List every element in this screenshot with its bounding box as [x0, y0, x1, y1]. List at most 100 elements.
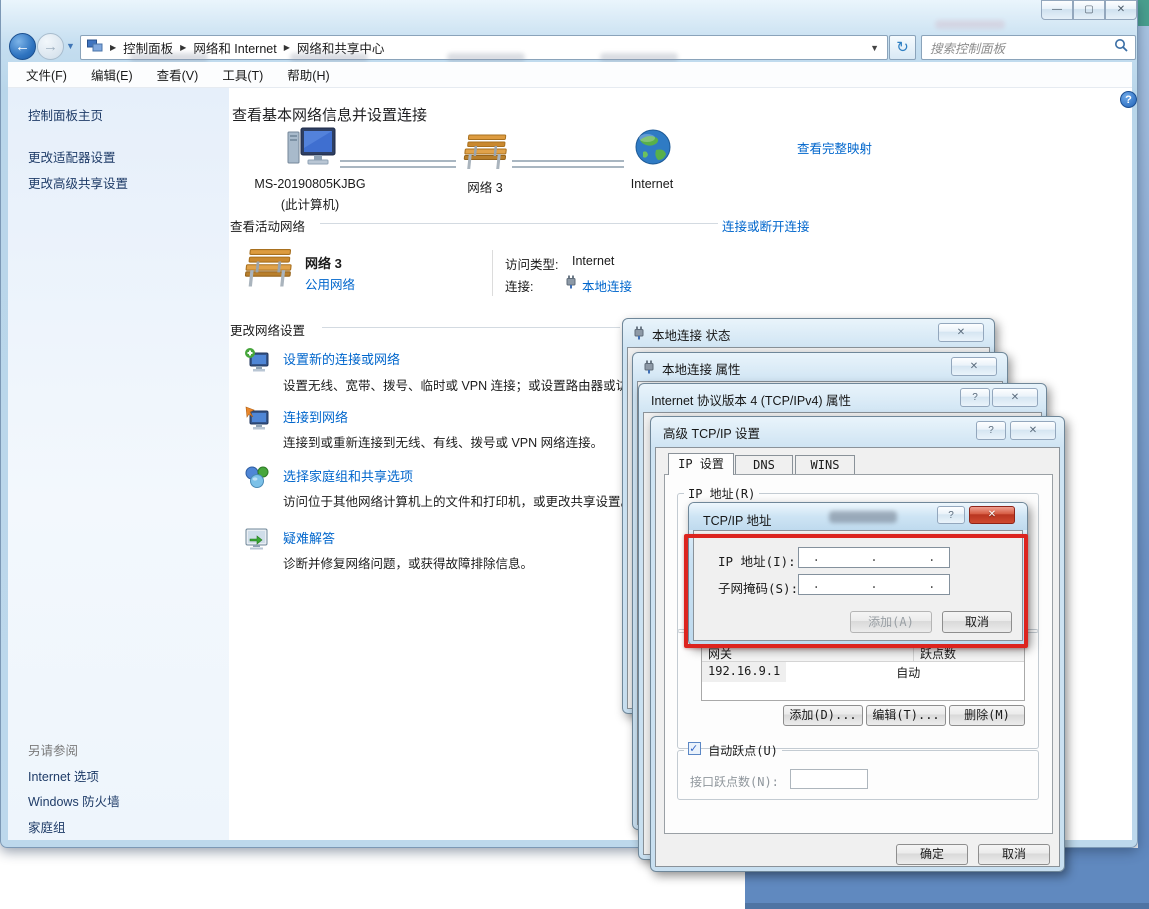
help-icon[interactable]: ?: [976, 421, 1006, 440]
sidebar-item-control-panel-home[interactable]: 控制面板主页: [28, 105, 103, 124]
forward-button[interactable]: →: [37, 33, 64, 60]
back-button[interactable]: ←: [9, 33, 36, 60]
interface-metric-input[interactable]: [790, 769, 868, 789]
plug-icon: [643, 360, 655, 377]
breadcrumb-arrow-icon: ▶: [173, 43, 193, 52]
close-icon[interactable]: ✕: [1010, 421, 1056, 440]
address-dropdown-icon[interactable]: ▼: [870, 43, 887, 53]
gateway-delete-button[interactable]: 删除(M): [949, 705, 1025, 726]
close-icon[interactable]: ✕: [992, 388, 1038, 407]
sidebar-item-internet-options[interactable]: Internet 选项: [28, 766, 99, 785]
internet-globe-icon[interactable]: [634, 128, 672, 171]
computer-icon[interactable]: [286, 126, 338, 177]
plug-icon: [565, 275, 577, 294]
help-icon[interactable]: ?: [937, 506, 965, 524]
gateway-row[interactable]: 192.16.9.1 自动: [702, 662, 1024, 682]
tab-dns[interactable]: DNS: [735, 455, 793, 475]
gateway-table[interactable]: 网关 跃点数 192.16.9.1 自动: [701, 643, 1025, 701]
sidebar-item-change-advanced-sharing[interactable]: 更改高级共享设置: [28, 173, 128, 192]
access-type-value: Internet: [572, 254, 614, 268]
refresh-button[interactable]: ↻: [889, 35, 916, 60]
connect-to-network-icon[interactable]: [244, 405, 272, 436]
menu-file[interactable]: 文件(F): [26, 65, 67, 84]
task-connect-to-network[interactable]: 连接到网络: [283, 407, 348, 426]
help-icon[interactable]: ?: [1120, 91, 1137, 108]
sidebar-item-windows-firewall[interactable]: Windows 防火墙: [28, 791, 120, 810]
task-homegroup-options[interactable]: 选择家庭组和共享选项: [283, 466, 413, 485]
breadcrumb-arrow-icon: ▶: [103, 43, 123, 52]
address-location-icon: [87, 39, 103, 56]
caption-buttons: — ▢ ✕: [1041, 0, 1137, 20]
task-troubleshoot[interactable]: 疑难解答: [283, 528, 335, 547]
map-internet-label: Internet: [612, 177, 692, 191]
task-homegroup-options-desc: 访问位于其他网络计算机上的文件和打印机，或更改共享设置。: [283, 491, 623, 510]
blur-watermark: [600, 53, 678, 62]
search-placeholder: 搜索控制面板: [922, 38, 1005, 57]
connections-label: 连接:: [505, 276, 533, 295]
gateway-value: 192.16.9.1: [702, 662, 786, 682]
search-box[interactable]: 搜索控制面板: [921, 35, 1136, 60]
menu-help[interactable]: 帮助(H): [287, 65, 329, 84]
menu-tools[interactable]: 工具(T): [222, 65, 263, 84]
task-setup-new-connection-desc: 设置无线、宽带、拨号、临时或 VPN 连接；或设置路由器或访问: [283, 375, 623, 394]
red-highlight-box: [684, 534, 1028, 648]
task-connect-to-network-desc: 连接到或重新连接到无线、有线、拨号或 VPN 网络连接。: [283, 432, 623, 451]
ok-button[interactable]: 确定: [896, 844, 968, 865]
desktop-teal-strip: [1138, 0, 1149, 26]
dialog-title-text: 高级 TCP/IP 设置: [663, 423, 760, 442]
blur-watermark: [935, 20, 1005, 29]
dialog-title-text: 本地连接 属性: [662, 359, 740, 378]
dialog-title-text: Internet 协议版本 4 (TCP/IPv4) 属性: [651, 390, 851, 409]
active-networks-header: 查看活动网络: [230, 216, 305, 235]
search-icon[interactable]: [1114, 38, 1135, 57]
auto-metric-checkbox[interactable]: [688, 742, 701, 755]
new-connection-icon[interactable]: [244, 347, 272, 378]
gateway-add-button[interactable]: 添加(D)...: [783, 705, 863, 726]
minimize-button[interactable]: —: [1041, 0, 1073, 20]
dialog-title: 本地连接 状态: [633, 325, 730, 344]
local-connection-link[interactable]: 本地连接: [582, 276, 632, 295]
tab-wins[interactable]: WINS: [795, 455, 855, 475]
map-computer-name: MS-20190805KJBG: [250, 177, 370, 191]
task-setup-new-connection[interactable]: 设置新的连接或网络: [283, 349, 400, 368]
menu-bar: 文件(F) 编辑(E) 查看(V) 工具(T) 帮助(H): [8, 62, 1132, 88]
cancel-button[interactable]: 取消: [978, 844, 1050, 865]
blur-watermark: [290, 53, 368, 62]
screen: — ▢ ✕ ← → ▼ ▶ 控制面板 ▶ 网络和 Internet ▶ 网络和共…: [0, 0, 1149, 909]
menu-view[interactable]: 查看(V): [157, 65, 199, 84]
auto-metric-label: 自动跃点(U): [708, 744, 778, 758]
close-button[interactable]: ✕: [1105, 0, 1137, 20]
access-type-label: 访问类型:: [505, 254, 558, 273]
maximize-button[interactable]: ▢: [1073, 0, 1105, 20]
active-network-bench-icon[interactable]: [243, 246, 293, 295]
connect-disconnect-link[interactable]: 连接或断开连接: [722, 216, 810, 235]
sidebar-item-homegroup[interactable]: 家庭组: [28, 817, 66, 836]
tab-ip-settings[interactable]: IP 设置: [668, 453, 734, 475]
blur-watermark: [130, 53, 208, 62]
troubleshoot-icon[interactable]: [244, 527, 270, 556]
sidebar-item-change-adapter-settings[interactable]: 更改适配器设置: [28, 147, 116, 166]
network-bench-icon[interactable]: [462, 132, 508, 177]
view-full-map-link[interactable]: 查看完整映射: [797, 138, 872, 157]
close-icon[interactable]: ✕: [938, 323, 984, 342]
sidebar: [8, 88, 229, 840]
blur-watermark: [829, 511, 897, 523]
close-icon[interactable]: ✕: [951, 357, 997, 376]
plug-icon: [633, 326, 645, 343]
close-icon[interactable]: ✕: [969, 506, 1015, 524]
auto-metric-group: 自动跃点(U) 接口跃点数(N):: [677, 742, 1039, 800]
desktop-right-strip: [1138, 26, 1149, 909]
gateway-edit-button[interactable]: 编辑(T)...: [866, 705, 946, 726]
active-network-name: 网络 3: [305, 253, 342, 272]
homegroup-icon[interactable]: [244, 464, 272, 495]
interface-metric-label: 接口跃点数(N):: [690, 773, 779, 790]
desktop-bottom-white: [0, 848, 745, 909]
map-computer-note: (此计算机): [250, 194, 370, 213]
nav-history-chevron-icon[interactable]: ▼: [66, 41, 75, 51]
change-settings-header: 更改网络设置: [230, 320, 305, 339]
menu-edit[interactable]: 编辑(E): [91, 65, 133, 84]
metric-value: 自动: [890, 662, 926, 682]
section-rule: [322, 327, 620, 328]
help-icon[interactable]: ?: [960, 388, 990, 407]
public-network-link[interactable]: 公用网络: [305, 274, 355, 293]
